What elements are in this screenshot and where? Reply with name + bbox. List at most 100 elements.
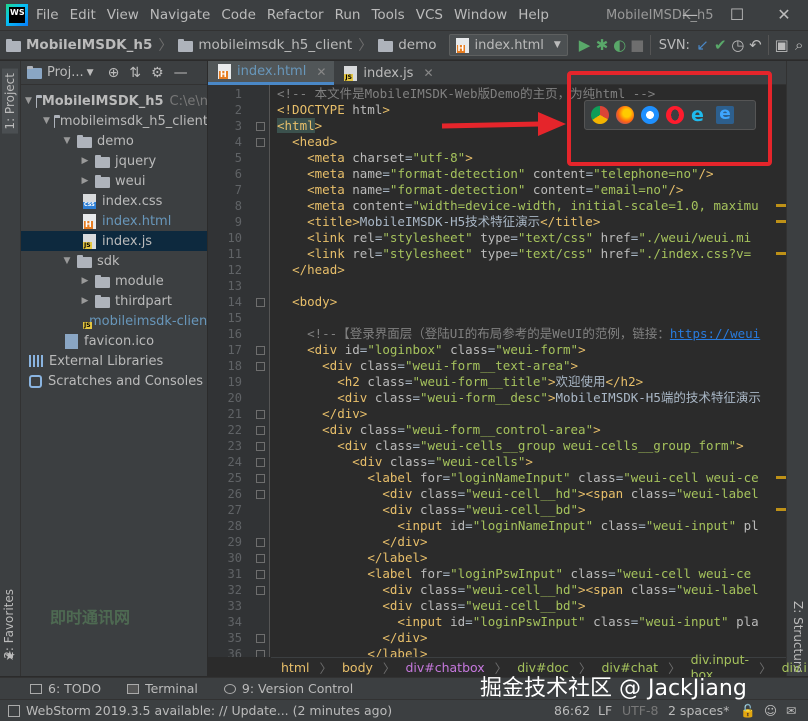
- tree-item[interactable]: ▶ thirdpart: [21, 291, 207, 311]
- indent-setting[interactable]: 2 spaces*: [668, 703, 729, 718]
- menu-vcs[interactable]: VCS: [416, 7, 443, 23]
- code-line[interactable]: <div class="weui-form__desc">MobileIMSDK…: [277, 390, 761, 406]
- code-line[interactable]: <meta name="format-detection" content="t…: [277, 166, 713, 182]
- scroll-marker[interactable]: [776, 476, 786, 479]
- scroll-marker[interactable]: [776, 204, 786, 207]
- fold-marker-icon[interactable]: [256, 490, 265, 499]
- line-number[interactable]: 13: [208, 278, 242, 294]
- run-icon[interactable]: ▶: [576, 33, 594, 57]
- tree-item[interactable]: ▶ module: [21, 271, 207, 291]
- line-number[interactable]: 32: [208, 582, 242, 598]
- tab-index-js[interactable]: index.js ✕: [334, 61, 441, 85]
- scroll-marker[interactable]: [776, 220, 786, 223]
- line-number[interactable]: 29: [208, 534, 242, 550]
- menu-help[interactable]: Help: [518, 7, 549, 23]
- fold-marker-icon[interactable]: [256, 346, 265, 355]
- line-number[interactable]: 35: [208, 630, 242, 646]
- line-number[interactable]: 19: [208, 374, 242, 390]
- code-line[interactable]: <input id="loginNameInput" class="weui-i…: [277, 518, 758, 534]
- history-icon[interactable]: ◷: [729, 33, 747, 57]
- line-number[interactable]: 12: [208, 262, 242, 278]
- line-number[interactable]: 18: [208, 358, 242, 374]
- line-number[interactable]: 9: [208, 214, 242, 230]
- scroll-marker[interactable]: [776, 252, 786, 255]
- close-icon[interactable]: ✕: [316, 65, 326, 79]
- menu-code[interactable]: Code: [221, 7, 256, 23]
- code-line[interactable]: <div class="weui-form__control-area">: [277, 422, 600, 438]
- menu-view[interactable]: View: [107, 7, 139, 23]
- debug-icon[interactable]: ✱: [593, 33, 611, 57]
- line-number[interactable]: 15: [208, 310, 242, 326]
- stop-icon[interactable]: ■: [628, 33, 646, 57]
- project-tool-tab[interactable]: 1: Project: [2, 69, 18, 134]
- menu-edit[interactable]: Edit: [70, 7, 96, 23]
- terminal-tool-tab[interactable]: Terminal: [127, 681, 198, 696]
- code-line[interactable]: <title>MobileIMSDK-H5技术特征演示</title>: [277, 214, 600, 230]
- line-number[interactable]: 28: [208, 518, 242, 534]
- tree-item[interactable]: mobileimsdk-client: [21, 311, 207, 331]
- menu-window[interactable]: Window: [454, 7, 507, 23]
- tree-item[interactable]: ▶ weui: [21, 171, 207, 191]
- tree-item[interactable]: ▶ jquery: [21, 151, 207, 171]
- line-separator[interactable]: LF: [598, 703, 612, 718]
- cursor-position[interactable]: 86:62: [554, 703, 590, 718]
- fold-marker-icon[interactable]: [256, 410, 265, 419]
- todo-tool-tab[interactable]: 6: TODO: [30, 681, 101, 696]
- fold-marker-icon[interactable]: [256, 586, 265, 595]
- code-line[interactable]: <meta content="width=device-width, initi…: [277, 198, 759, 214]
- line-number[interactable]: 5: [208, 150, 242, 166]
- line-number[interactable]: 24: [208, 454, 242, 470]
- line-number[interactable]: 33: [208, 598, 242, 614]
- line-number[interactable]: 3: [208, 118, 242, 134]
- chevron-right-icon[interactable]: ▶: [79, 276, 91, 286]
- line-number[interactable]: 2: [208, 102, 242, 118]
- tree-item[interactable]: index.css: [21, 191, 207, 211]
- code-line[interactable]: </div>: [277, 630, 427, 646]
- code-line[interactable]: <div class="weui-cells__group weui-cells…: [277, 438, 743, 454]
- tab-index-html[interactable]: index.html ✕: [208, 61, 335, 85]
- maximize-icon[interactable]: ☐: [727, 5, 747, 24]
- code-line[interactable]: <div class="weui-cell__bd">: [277, 598, 585, 614]
- code-line[interactable]: <meta name="format-detection" content="e…: [277, 182, 683, 198]
- tree-item[interactable]: index.html: [21, 211, 207, 231]
- locate-icon[interactable]: ⊕: [108, 65, 120, 81]
- lock-icon[interactable]: 🔓: [740, 703, 756, 719]
- code-line[interactable]: <meta charset="utf-8">: [277, 150, 473, 166]
- code-line[interactable]: <input id="loginPswInput" class="weui-in…: [277, 614, 758, 630]
- line-number[interactable]: 16: [208, 326, 242, 342]
- code-line[interactable]: </label>: [277, 550, 427, 566]
- file-encoding[interactable]: UTF-8: [622, 703, 658, 718]
- line-number[interactable]: 27: [208, 502, 242, 518]
- code-line[interactable]: <div class="weui-cell__hd"><span class="…: [277, 582, 758, 598]
- crumb-demo[interactable]: demo: [378, 37, 437, 53]
- project-view-select[interactable]: Proj...: [47, 65, 84, 80]
- code-line[interactable]: <link rel="stylesheet" type="text/css" h…: [277, 246, 751, 262]
- line-number[interactable]: 1: [208, 86, 242, 102]
- search-everywhere-icon[interactable]: ⌕: [790, 33, 808, 57]
- fold-marker-icon[interactable]: [256, 138, 265, 147]
- svn-update-icon[interactable]: ↙: [694, 33, 712, 57]
- code-line[interactable]: <!--【登录界面层（登陆UI的布局参考的是WeUI的范例，链接：https:/…: [277, 326, 760, 342]
- fold-marker-icon[interactable]: [256, 634, 265, 643]
- line-number[interactable]: 31: [208, 566, 242, 582]
- minimize-icon[interactable]: —: [680, 5, 700, 24]
- scroll-marker[interactable]: [776, 508, 786, 511]
- chevron-right-icon[interactable]: ▶: [79, 176, 91, 186]
- menu-run[interactable]: Run: [335, 7, 361, 23]
- crumb-client[interactable]: mobileimsdk_h5_client: [178, 37, 352, 53]
- tree-item[interactable]: favicon.ico: [21, 331, 207, 351]
- line-number[interactable]: 11: [208, 246, 242, 262]
- close-window-icon[interactable]: ✕: [774, 5, 794, 24]
- code-editor[interactable]: <!-- 本文件是MobileIMSDK-Web版Demo的主页，为纯html …: [271, 85, 786, 657]
- tree-item[interactable]: index.js: [21, 231, 207, 251]
- line-number[interactable]: 8: [208, 198, 242, 214]
- collapse-all-icon[interactable]: ⇅: [129, 65, 141, 81]
- tree-item[interactable]: ▼ MobileIMSDK_h5 C:\e\n: [21, 91, 207, 111]
- run-config-select[interactable]: index.html ▼: [448, 34, 568, 56]
- code-line[interactable]: <div class="weui-form__text-area">: [277, 358, 578, 374]
- menu-refactor[interactable]: Refactor: [267, 7, 324, 23]
- fold-marker-icon[interactable]: [256, 474, 265, 483]
- chevron-right-icon[interactable]: ▶: [79, 156, 91, 166]
- line-number[interactable]: 17: [208, 342, 242, 358]
- fold-marker-icon[interactable]: [256, 650, 265, 657]
